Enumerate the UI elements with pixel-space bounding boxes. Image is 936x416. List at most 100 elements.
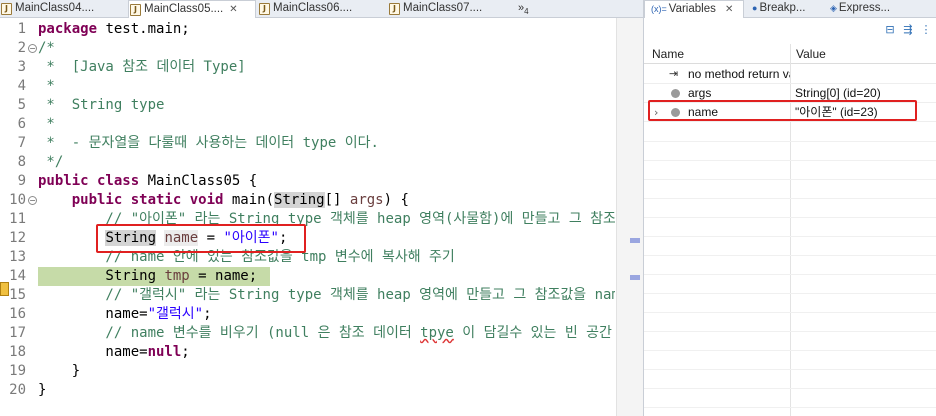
- line-number: 17: [9, 325, 26, 341]
- java-file-icon: J: [130, 4, 141, 16]
- highlight-box: [648, 100, 917, 121]
- line-number: 10: [9, 192, 26, 208]
- breakpoints-icon: ●: [752, 3, 758, 13]
- java-file-icon: J: [259, 3, 270, 15]
- variables-view: (x)= Variables ✕ ● Breakp... ◈ Express... ⊟…: [643, 0, 936, 416]
- tab-mainclass07[interactable]: J MainClass07....: [388, 0, 516, 18]
- code-line[interactable]: // name 변수를 비우기 (null 은 참조 데이터 tpye 이 담길…: [38, 324, 615, 343]
- code-line[interactable]: */: [38, 153, 615, 172]
- code-token: 이 담길수 있는 빈 공간: [453, 325, 612, 341]
- debug-pointer-icon[interactable]: [0, 282, 9, 296]
- code-line[interactable]: * - 문자열을 다룰때 사용하는 데이터 type 이다.: [38, 134, 615, 153]
- grid-line: [644, 160, 936, 161]
- variables-toolbar: ⊟ ⇶ ⋮: [644, 18, 936, 42]
- grid-line: [644, 407, 936, 408]
- fold-toggle-icon[interactable]: −: [28, 196, 37, 205]
- code-token: }: [38, 363, 81, 379]
- code-token: ) {: [383, 192, 409, 208]
- code-line[interactable]: public class MainClass05 {: [38, 172, 615, 191]
- code-token: args: [349, 192, 384, 208]
- grid-line: [644, 312, 936, 313]
- line-number: 12: [9, 230, 26, 246]
- code-token: ;: [203, 306, 212, 322]
- code-area[interactable]: package test.main;/* * [Java 참조 데이터 Type…: [38, 18, 615, 416]
- overview-ruler[interactable]: [616, 18, 643, 416]
- close-tab-icon[interactable]: ✕: [725, 4, 733, 15]
- line-number: 8: [17, 154, 26, 170]
- code-token: * [Java 참조 데이터 Type]: [38, 59, 246, 75]
- grid-line: [644, 141, 936, 142]
- line-number: 20: [9, 382, 26, 398]
- grid-line: [644, 293, 936, 294]
- code-line[interactable]: package test.main;: [38, 20, 615, 39]
- line-number-gutter: 1 2 3 4 5 6 7 8 9 10 11 12 13 14 15 16 17 18 19 20− −: [0, 18, 38, 416]
- code-token: public static void: [38, 192, 224, 208]
- expressions-icon: ◈: [830, 3, 837, 13]
- code-line[interactable]: // "갤럭시" 라는 String type 객체를 heap 영역에 만들고…: [38, 286, 615, 305]
- grid-line: [644, 274, 936, 275]
- column-header-name[interactable]: Name: [652, 44, 684, 64]
- line-number: 3: [17, 59, 26, 75]
- column-header-value[interactable]: Value: [796, 44, 826, 64]
- overview-marker[interactable]: [630, 275, 640, 280]
- code-editor[interactable]: J MainClass04.... J MainClass05.... ✕ J Main…: [0, 0, 643, 416]
- line-number: 9: [17, 173, 26, 189]
- code-token: String: [274, 192, 325, 208]
- grid-line: [644, 255, 936, 256]
- grid-line: [644, 388, 936, 389]
- tab-mainclass06[interactable]: J MainClass06....: [258, 0, 386, 18]
- code-token: main(: [223, 192, 275, 208]
- editor-tab-bar: J MainClass04.... J MainClass05.... ✕ J Main…: [0, 0, 643, 18]
- tab-mainclass05[interactable]: J MainClass05.... ✕: [128, 0, 256, 18]
- local-variable-icon: [671, 89, 680, 98]
- overview-marker[interactable]: [630, 238, 640, 243]
- line-number: 4: [17, 78, 26, 94]
- collapse-all-icon[interactable]: ⊟: [882, 22, 898, 38]
- code-line[interactable]: String tmp = name;: [38, 267, 270, 286]
- grid-line: [644, 198, 936, 199]
- variables-icon: (x)=: [651, 4, 667, 14]
- grid-line: [644, 217, 936, 218]
- show-logical-structure-icon[interactable]: ⇶: [900, 22, 916, 38]
- fold-toggle-icon[interactable]: −: [28, 44, 37, 53]
- highlight-box: [96, 224, 306, 253]
- code-line[interactable]: name="갤럭시";: [38, 305, 615, 324]
- code-line[interactable]: * String type: [38, 96, 615, 115]
- tab-mainclass04[interactable]: J MainClass04....: [0, 0, 128, 18]
- close-tab-icon[interactable]: ✕: [229, 4, 237, 15]
- code-line[interactable]: *: [38, 77, 615, 96]
- grid-line: [644, 179, 936, 180]
- code-line[interactable]: /*: [38, 39, 615, 58]
- grid-line: [644, 369, 936, 370]
- tab-variables[interactable]: (x)= Variables ✕: [644, 0, 744, 18]
- code-token: ;: [181, 344, 190, 360]
- line-number: 5: [17, 97, 26, 113]
- tab-breakpoints[interactable]: ● Breakp...: [752, 0, 826, 18]
- line-number: 19: [9, 363, 26, 379]
- code-token: null: [147, 344, 182, 360]
- code-line[interactable]: *: [38, 115, 615, 134]
- code-line[interactable]: }: [38, 362, 615, 381]
- variable-row-return[interactable]: ⇥ no method return value: [644, 65, 936, 84]
- line-number: 11: [9, 211, 26, 227]
- grid-line: [644, 350, 936, 351]
- code-token: []: [324, 192, 350, 208]
- code-token: tmp: [164, 268, 190, 284]
- code-line[interactable]: public static void main(String[] args) {: [38, 191, 615, 210]
- java-file-icon: J: [1, 3, 12, 15]
- line-number: 16: [9, 306, 26, 322]
- grid-line: [644, 331, 936, 332]
- code-token: * String type: [38, 97, 165, 113]
- grid-line: [644, 236, 936, 237]
- tab-expressions[interactable]: ◈ Express...: [830, 0, 910, 18]
- code-line[interactable]: * [Java 참조 데이터 Type]: [38, 58, 615, 77]
- code-line[interactable]: }: [38, 381, 615, 400]
- code-token: "갤럭시": [147, 306, 204, 322]
- code-token: String: [38, 268, 165, 284]
- code-token: * - 문자열을 다룰때 사용하는 데이터 type 이다.: [38, 135, 379, 151]
- code-line[interactable]: name=null;: [38, 343, 615, 362]
- return-value-icon: ⇥: [669, 67, 679, 80]
- view-menu-icon[interactable]: ⋮: [918, 22, 934, 38]
- line-number: 6: [17, 116, 26, 132]
- code-token: *: [38, 78, 55, 94]
